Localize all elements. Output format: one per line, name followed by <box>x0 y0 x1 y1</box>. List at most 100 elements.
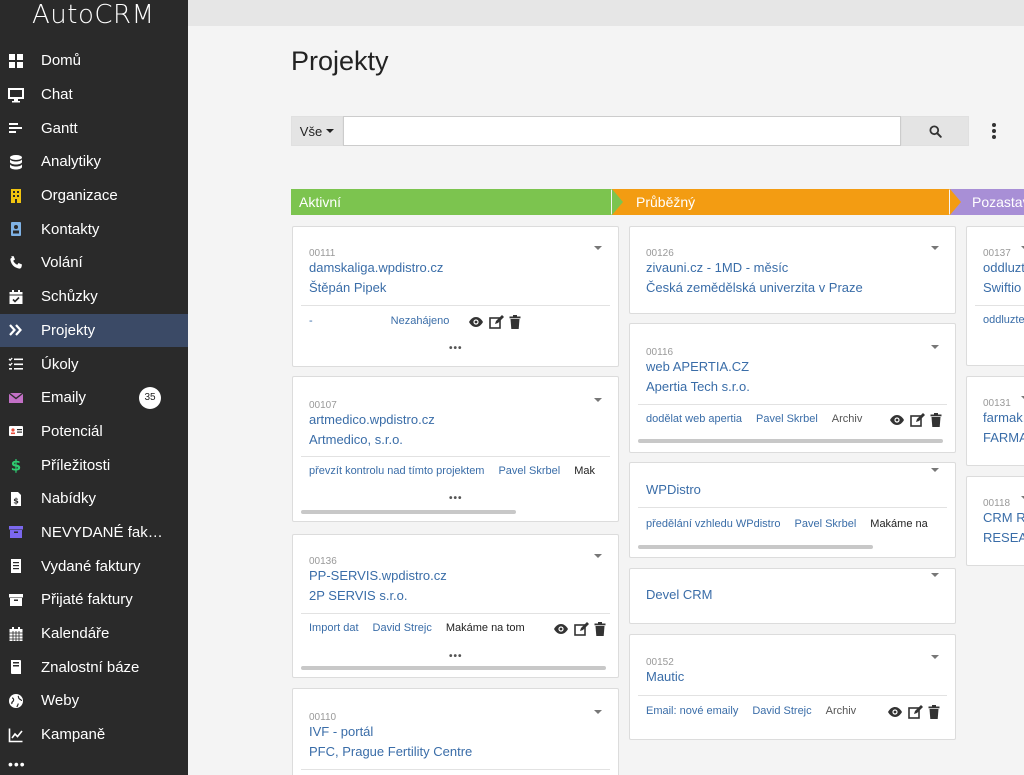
project-name-link[interactable]: PP-SERVIS.wpdistro.cz <box>309 568 447 583</box>
sidebar-more[interactable]: ••• <box>8 756 26 772</box>
more-tasks-ellipsis[interactable]: ••• <box>449 651 463 662</box>
project-card[interactable]: Devel CRM <box>629 568 956 624</box>
project-client-link[interactable]: RESEA <box>983 530 1024 545</box>
project-card[interactable]: WPDistro předělání vzhledu WPdistro Pavel … <box>629 462 956 558</box>
search-input[interactable] <box>343 116 901 146</box>
sidebar-item-kampane[interactable]: Kampaně <box>0 718 188 752</box>
horizontal-scrollbar[interactable] <box>301 510 516 514</box>
more-tasks-ellipsis[interactable]: ••• <box>449 493 463 504</box>
project-card[interactable]: 00131 farmak. FARMA <box>966 376 1024 466</box>
sidebar-item-chat[interactable]: Chat <box>0 78 188 112</box>
filter-dropdown[interactable]: Vše <box>291 116 343 146</box>
card-menu-caret-icon[interactable] <box>594 710 602 714</box>
assignee-link[interactable]: Pavel Skrbel <box>756 413 818 425</box>
project-client-link[interactable]: Česká zemědělská univerzita v Praze <box>646 280 863 295</box>
project-name-link[interactable]: oddluzt <box>983 260 1024 275</box>
sidebar-item-prilezitosti[interactable]: $ Příležitosti <box>0 448 188 482</box>
sidebar-item-analytiky[interactable]: Analytiky <box>0 145 188 179</box>
project-client-link[interactable]: 2P SERVIS s.r.o. <box>309 588 408 603</box>
status-link[interactable]: Nezahájeno <box>391 315 450 327</box>
card-menu-caret-icon[interactable] <box>931 655 939 659</box>
horizontal-scrollbar[interactable] <box>638 545 873 549</box>
task-link[interactable]: - <box>309 315 313 327</box>
project-client-link[interactable]: FARMA <box>983 430 1024 445</box>
card-menu-caret-icon[interactable] <box>594 246 602 250</box>
card-menu-caret-icon[interactable] <box>931 468 939 472</box>
sidebar-item-volani[interactable]: Volání <box>0 246 188 280</box>
task-link[interactable]: Email: nové emaily <box>646 705 738 717</box>
project-name-link[interactable]: CRM R <box>983 510 1024 525</box>
edit-icon[interactable] <box>489 315 504 329</box>
task-link[interactable]: Import dat <box>309 622 359 634</box>
project-client-link[interactable]: Artmedico, s.r.o. <box>309 432 403 447</box>
project-card[interactable]: 00126 zivauni.cz - 1MD - měsíc Česká zeměd… <box>629 226 956 314</box>
status-label[interactable]: Archiv <box>826 705 857 717</box>
project-card[interactable]: 00152 Mautic Email: nové emaily David Strej… <box>629 634 956 740</box>
project-card[interactable]: 00110 IVF - portál PFC, Prague Fertility C… <box>292 688 619 775</box>
delete-icon[interactable] <box>930 413 942 427</box>
project-name-link[interactable]: artmedico.wpdistro.cz <box>309 412 435 427</box>
project-card[interactable]: 00137 oddluzt Swiftio oddluzte <box>966 226 1024 366</box>
edit-icon[interactable] <box>910 413 925 427</box>
sidebar-item-weby[interactable]: Weby <box>0 684 188 718</box>
task-link[interactable]: dodělat web apertia <box>646 413 742 425</box>
horizontal-scrollbar[interactable] <box>638 439 943 443</box>
horizontal-scrollbar[interactable] <box>301 666 606 670</box>
project-name-link[interactable]: zivauni.cz - 1MD - měsíc <box>646 260 788 275</box>
assignee-link[interactable]: David Strejc <box>752 705 811 717</box>
project-card[interactable]: 00107 artmedico.wpdistro.cz Artmedico, s.r… <box>292 376 619 522</box>
project-name-link[interactable]: Devel CRM <box>646 587 712 602</box>
task-link[interactable]: oddluzte <box>983 314 1024 326</box>
view-icon[interactable] <box>553 623 569 635</box>
assignee-link[interactable]: Pavel Skrbel <box>795 518 857 530</box>
card-menu-caret-icon[interactable] <box>594 398 602 402</box>
project-card[interactable]: 00118 CRM R RESEA <box>966 476 1024 566</box>
project-card[interactable]: 00116 web APERTIA.CZ Apertia Tech s.r.o. do… <box>629 323 956 453</box>
task-link[interactable]: předělání vzhledu WPdistro <box>646 518 781 530</box>
edit-icon[interactable] <box>574 622 589 636</box>
project-name-link[interactable]: WPDistro <box>646 482 701 497</box>
sidebar-item-nabidky[interactable]: $ Nabídky <box>0 482 188 516</box>
view-icon[interactable] <box>887 706 903 718</box>
sidebar-item-gantt[interactable]: Gantt <box>0 111 188 145</box>
sidebar-item-nevydane-fak[interactable]: NEVYDANÉ fak… <box>0 516 188 550</box>
sidebar-item-ukoly[interactable]: Úkoly <box>0 347 188 381</box>
sidebar-item-projekty[interactable]: Projekty <box>0 313 188 348</box>
sidebar-item-vydane-faktury[interactable]: Vydané faktury <box>0 549 188 583</box>
sidebar-item-domu[interactable]: Domů <box>0 44 188 78</box>
sidebar-item-znalostni-baze[interactable]: Znalostní báze <box>0 650 188 684</box>
task-link[interactable]: převzít kontrolu nad tímto projektem <box>309 465 484 477</box>
project-client-link[interactable]: Swiftio <box>983 280 1021 295</box>
sidebar-item-kontakty[interactable]: Kontakty <box>0 212 188 246</box>
card-menu-caret-icon[interactable] <box>594 554 602 558</box>
delete-icon[interactable] <box>594 622 606 636</box>
sidebar-item-prijate-faktury[interactable]: Přijaté faktury <box>0 583 188 617</box>
more-options-icon[interactable] <box>988 121 1000 141</box>
card-menu-caret-icon[interactable] <box>931 246 939 250</box>
sidebar-item-emaily[interactable]: Emaily 35 <box>0 381 188 415</box>
project-client-link[interactable]: PFC, Prague Fertility Centre <box>309 744 472 759</box>
edit-icon[interactable] <box>908 705 923 719</box>
view-icon[interactable] <box>468 316 484 328</box>
project-card[interactable]: 00111 damskaliga.wpdistro.cz Štěpán Pipek -… <box>292 226 619 367</box>
project-name-link[interactable]: farmak. <box>983 410 1024 425</box>
assignee-link[interactable]: Pavel Skrbel <box>498 465 560 477</box>
project-name-link[interactable]: web APERTIA.CZ <box>646 359 749 374</box>
project-name-link[interactable]: Mautic <box>646 669 684 684</box>
project-client-link[interactable]: Apertia Tech s.r.o. <box>646 379 750 394</box>
more-tasks-ellipsis[interactable]: ••• <box>449 343 463 354</box>
sidebar-item-organizace[interactable]: Organizace <box>0 179 188 213</box>
view-icon[interactable] <box>889 414 905 426</box>
status-label[interactable]: Archiv <box>832 413 863 425</box>
assignee-link[interactable]: David Strejc <box>373 622 432 634</box>
project-card[interactable]: 00136 PP-SERVIS.wpdistro.cz 2P SERVIS s.r.… <box>292 534 619 678</box>
sidebar-item-schuzky[interactable]: Schůzky <box>0 280 188 314</box>
project-name-link[interactable]: damskaliga.wpdistro.cz <box>309 260 443 275</box>
sidebar-item-kalendare[interactable]: Kalendáře <box>0 617 188 651</box>
card-menu-caret-icon[interactable] <box>931 345 939 349</box>
delete-icon[interactable] <box>509 315 521 329</box>
project-client-link[interactable]: Štěpán Pipek <box>309 280 386 295</box>
delete-icon[interactable] <box>928 705 940 719</box>
project-name-link[interactable]: IVF - portál <box>309 724 373 739</box>
search-button[interactable] <box>901 116 969 146</box>
